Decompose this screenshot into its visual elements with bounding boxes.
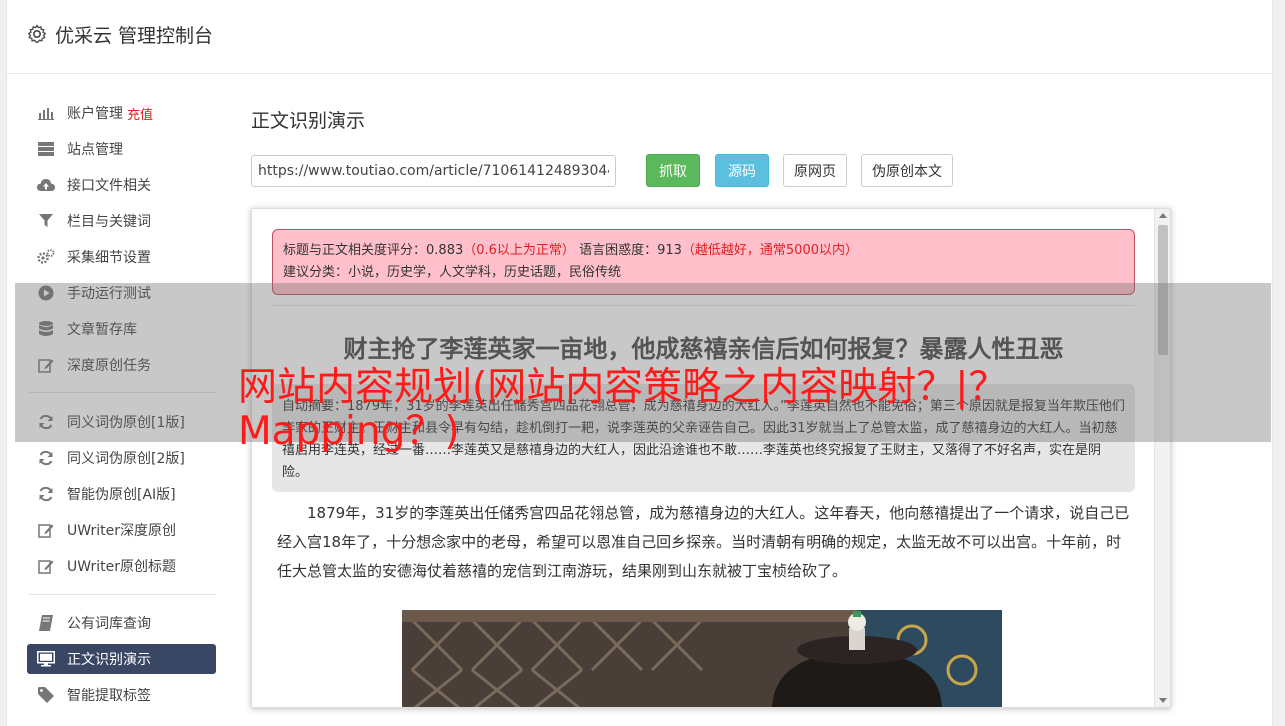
bar-chart-icon (37, 104, 55, 122)
scroll-down-icon[interactable] (1159, 698, 1167, 703)
category-value: 小说，历史学，人文学科，历史话题，民俗传统 (348, 265, 622, 280)
sidebar-item-label: UWriter深度原创 (67, 523, 176, 539)
sidebar-item-uwriter-title[interactable]: UWriter原创标题 (27, 551, 216, 581)
overlay-headline: 网站内容规划(网站内容策略之内容映射？|？Mapping？) (238, 365, 1008, 454)
sidebar-item-uwriter-deep[interactable]: UWriter深度原创 (27, 515, 216, 545)
source-button[interactable]: 源码 (715, 154, 769, 187)
score-value: 0.883 (426, 243, 464, 258)
sidebar-item-ai-rewrite[interactable]: 智能伪原创[AI版] (27, 479, 216, 509)
edit-icon (37, 557, 55, 575)
cloud-upload-icon (37, 176, 55, 194)
sidebar-item-synonym-v2[interactable]: 同义词伪原创[2版] (27, 443, 216, 473)
scroll-up-icon[interactable] (1159, 213, 1167, 218)
category-label: 建议分类： (283, 265, 349, 280)
sidebar-item-keywords[interactable]: 栏目与关键词 (27, 206, 216, 236)
perplexity-note: （越低越好，通常5000以内） (681, 243, 858, 258)
refresh-icon (37, 485, 55, 503)
sidebar-item-label: UWriter原创标题 (67, 559, 176, 575)
sidebar-item-label: 正文识别演示 (67, 652, 151, 668)
score-label: 标题与正文相关度评分： (283, 243, 427, 258)
sidebar-item-label: 接口文件相关 (67, 178, 151, 194)
sidebar-item-text-recognition[interactable]: 正文识别演示 (27, 644, 216, 674)
edit-icon (37, 521, 55, 539)
sidebar-item-lexicon[interactable]: 公有词库查询 (27, 608, 216, 638)
sidebar-item-label: 公有词库查询 (67, 616, 151, 632)
desktop-icon (37, 650, 55, 668)
refresh-icon (37, 449, 55, 467)
sidebar-item-label: 栏目与关键词 (67, 214, 151, 230)
fetch-button[interactable]: 抓取 (646, 154, 700, 187)
app-title: 优采云 管理控制台 (55, 25, 214, 47)
sidebar-item-sites[interactable]: 站点管理 (27, 134, 216, 164)
article-paragraph: 1879年，31岁的李莲英出任储秀宫四品花翎总管，成为慈禧身边的大红人。这年春天… (277, 504, 1130, 580)
book-icon (37, 614, 55, 632)
filter-icon (37, 212, 55, 230)
article-image (402, 610, 1002, 707)
sidebar-item-label: 站点管理 (67, 142, 123, 158)
sidebar-item-collect-settings[interactable]: 采集细节设置 (27, 242, 216, 272)
original-page-button[interactable]: 原网页 (783, 154, 847, 187)
url-input[interactable] (251, 155, 616, 187)
score-note: （0.6以上为正常） (463, 243, 575, 258)
page-title: 正文识别演示 (251, 110, 366, 132)
sidebar-item-label: 同义词伪原创[2版] (67, 451, 185, 467)
sidebar-item-account[interactable]: 账户管理 充值 (27, 98, 216, 128)
sidebar-item-label: 账户管理 (67, 106, 123, 122)
top-header: 优采云 管理控制台 (7, 0, 1272, 74)
sidebar-item-label: 智能伪原创[AI版] (67, 487, 176, 503)
sidebar-divider (29, 594, 216, 595)
sidebar-item-label: 智能提取标签 (67, 688, 151, 704)
perplexity-label: 语言困惑度： (579, 243, 658, 258)
cogs-icon (37, 248, 55, 266)
sidebar-item-interface[interactable]: 接口文件相关 (27, 170, 216, 200)
sidebar-item-label: 采集细节设置 (67, 250, 151, 266)
server-icon (37, 140, 55, 158)
tag-icon (37, 686, 55, 704)
sidebar-item-tag-extract[interactable]: 智能提取标签 (27, 680, 216, 710)
perplexity-value: 913 (657, 243, 682, 258)
rewrite-article-button[interactable]: 伪原创本文 (861, 154, 953, 187)
gear-icon (27, 24, 47, 43)
recharge-link[interactable]: 充值 (127, 104, 153, 123)
